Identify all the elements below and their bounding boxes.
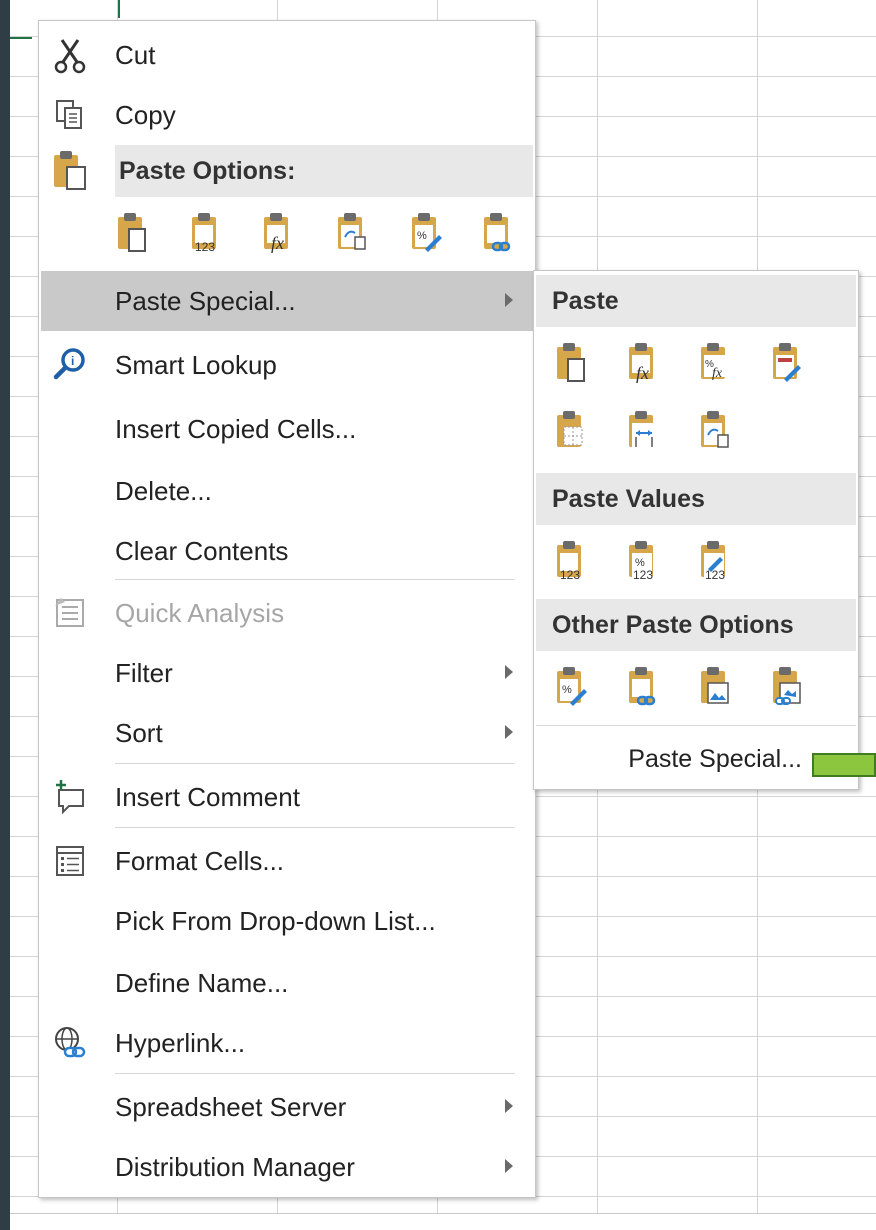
menu-item-label: Insert Copied Cells... [115, 414, 357, 444]
menu-item-cut[interactable]: Cut [41, 25, 533, 85]
menu-separator [115, 763, 515, 764]
menu-item-label: Insert Comment [115, 782, 300, 812]
grid-bottom-edge [10, 1213, 876, 1230]
menu-separator [115, 1073, 515, 1074]
menu-item-label: Cut [115, 40, 156, 70]
paste-group-header: Paste [536, 275, 856, 327]
menu-item-delete[interactable]: Delete... [41, 461, 533, 521]
no-borders-icon[interactable] [554, 409, 588, 451]
menu-item-quick-analysis[interactable]: Quick Analysis [41, 583, 533, 643]
menu-item-define-name[interactable]: Define Name... [41, 953, 533, 1013]
submenu-arrow-icon [505, 725, 513, 739]
comment-icon [56, 780, 84, 815]
paste-link-icon[interactable] [626, 665, 660, 707]
hyperlink-icon [55, 1027, 86, 1058]
menu-item-distribution-manager[interactable]: Distribution Manager [41, 1137, 533, 1197]
paste-transpose-icon[interactable] [335, 211, 369, 253]
values-number-formatting-icon[interactable]: % 123 [626, 539, 660, 581]
menu-separator [115, 827, 515, 828]
menu-item-paste-special[interactable]: Paste Special... [41, 271, 533, 331]
menu-item-hyperlink[interactable]: Hyperlink... [41, 1013, 533, 1073]
menu-separator [536, 725, 856, 726]
formulas-number-formatting-icon[interactable]: % fx [698, 341, 732, 383]
menu-item-clear-contents[interactable]: Clear Contents [41, 521, 533, 581]
paste-icon[interactable] [554, 341, 588, 383]
menu-item-spreadsheet-server[interactable]: Spreadsheet Server [41, 1077, 533, 1137]
svg-text:fx: fx [636, 363, 649, 383]
svg-text:i: i [71, 354, 74, 368]
context-menu: Cut Copy Paste Options: 123 fx % Paste S… [38, 20, 536, 1198]
picture-icon[interactable] [698, 665, 732, 707]
copy-icon [56, 100, 82, 129]
svg-text:fx: fx [271, 233, 284, 253]
menu-item-label: Copy [115, 100, 176, 130]
formatting-icon[interactable]: % [554, 665, 588, 707]
menu-item-label: Hyperlink... [115, 1028, 246, 1058]
menu-item-label: Smart Lookup [115, 350, 277, 380]
values-icon[interactable]: 123 [554, 539, 588, 581]
submenu-arrow-icon [505, 1099, 513, 1113]
green-annotation-marker [812, 753, 876, 777]
menu-item-label: Filter [115, 658, 173, 688]
menu-item-label: Spreadsheet Server [115, 1092, 347, 1122]
menu-item-sort[interactable]: Sort [41, 703, 533, 763]
svg-text:123: 123 [705, 568, 725, 581]
svg-text:123: 123 [560, 568, 580, 581]
menu-item-label: Sort [115, 718, 163, 748]
svg-text:%: % [562, 684, 572, 696]
menu-item-label: Quick Analysis [115, 598, 285, 628]
menu-item-insert-comment[interactable]: Insert Comment [41, 767, 533, 827]
paste-values-header: Paste Values [536, 473, 856, 525]
menu-item-label: Define Name... [115, 968, 289, 998]
format-cells-icon [56, 846, 84, 876]
paste-values-icon[interactable]: 123 [189, 211, 223, 253]
menu-item-filter[interactable]: Filter [41, 643, 533, 703]
smart-lookup-icon: i [53, 348, 85, 380]
paste-special-submenu: Paste fx % fx Paste Values 123 % 123 123… [533, 270, 859, 790]
menu-item-smart-lookup[interactable]: i Smart Lookup [41, 335, 533, 395]
submenu-arrow-icon [505, 1159, 513, 1173]
submenu-arrow-icon [505, 293, 513, 307]
menu-item-insert-copied-cells[interactable]: Insert Copied Cells... [41, 399, 533, 459]
svg-text:123: 123 [195, 240, 215, 253]
other-paste-options-header: Other Paste Options [536, 599, 856, 651]
submenu-arrow-icon [505, 665, 513, 679]
menu-item-copy[interactable]: Copy [41, 85, 533, 145]
keep-source-formatting-icon[interactable] [770, 341, 804, 383]
menu-item-pick-from-dropdown[interactable]: Pick From Drop-down List... [41, 891, 533, 951]
paste-formatting-icon[interactable]: % [409, 211, 443, 253]
menu-item-label: Clear Contents [115, 536, 289, 566]
paste-options-header: Paste Options: [115, 145, 533, 197]
other-paste-options-label: Other Paste Options [552, 611, 794, 639]
paste-values-label: Paste Values [552, 485, 705, 513]
menu-item-format-cells[interactable]: Format Cells... [41, 831, 533, 891]
formulas-icon[interactable]: fx [626, 341, 660, 383]
paste-special-link[interactable]: Paste Special... [628, 731, 802, 787]
menu-separator [115, 579, 515, 580]
menu-item-label: Distribution Manager [115, 1152, 355, 1182]
values-source-formatting-icon[interactable]: 123 [698, 539, 732, 581]
svg-text:fx: fx [712, 366, 723, 381]
cell-selection-border [10, 37, 32, 39]
paste-group-label: Paste [552, 287, 619, 315]
paste-options-label: Paste Options: [119, 157, 296, 185]
cell-selection-border [118, 0, 120, 18]
paste-icon[interactable] [115, 211, 149, 253]
clipboard-icon [54, 151, 86, 190]
svg-text:123: 123 [633, 568, 653, 581]
paste-formulas-icon[interactable]: fx [261, 211, 295, 253]
menu-item-label: Delete... [115, 476, 212, 506]
scissors-icon [54, 39, 86, 74]
paste-link-icon[interactable] [481, 211, 515, 253]
menu-item-label: Paste Special... [115, 286, 296, 316]
svg-text:%: % [417, 230, 427, 242]
quick-analysis-icon [55, 598, 84, 627]
menu-item-label: Format Cells... [115, 846, 285, 876]
keep-column-widths-icon[interactable] [626, 409, 660, 451]
menu-item-label: Pick From Drop-down List... [115, 906, 436, 936]
linked-picture-icon[interactable] [770, 665, 804, 707]
transpose-icon[interactable] [698, 409, 732, 451]
